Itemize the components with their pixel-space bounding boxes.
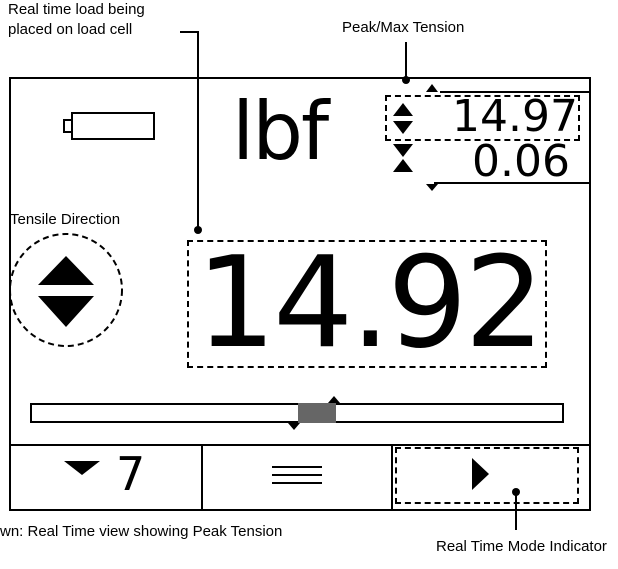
tensile-direction-icon bbox=[38, 256, 94, 327]
load-bar-top-marker bbox=[328, 396, 340, 403]
peak-max-value: 14.97 bbox=[452, 91, 578, 142]
tensile-direction-circle bbox=[9, 233, 123, 347]
peak-min-value: 0.06 bbox=[472, 136, 570, 187]
load-bar-bottom-marker bbox=[288, 423, 300, 430]
real-time-mode-box[interactable] bbox=[395, 447, 579, 504]
load-leader-line bbox=[180, 31, 199, 228]
load-value: 14.92 bbox=[196, 229, 545, 376]
peak-bottom-marker bbox=[426, 184, 438, 191]
menu-button[interactable] bbox=[204, 447, 390, 508]
load-bar-track bbox=[30, 403, 564, 423]
peak-top-marker bbox=[426, 84, 438, 92]
battery-icon bbox=[63, 112, 155, 140]
min-arrows-icon bbox=[393, 144, 413, 172]
footer-step-button[interactable] bbox=[12, 447, 200, 508]
unit-label: lbf bbox=[232, 85, 329, 178]
load-bar-indicator bbox=[298, 403, 336, 423]
